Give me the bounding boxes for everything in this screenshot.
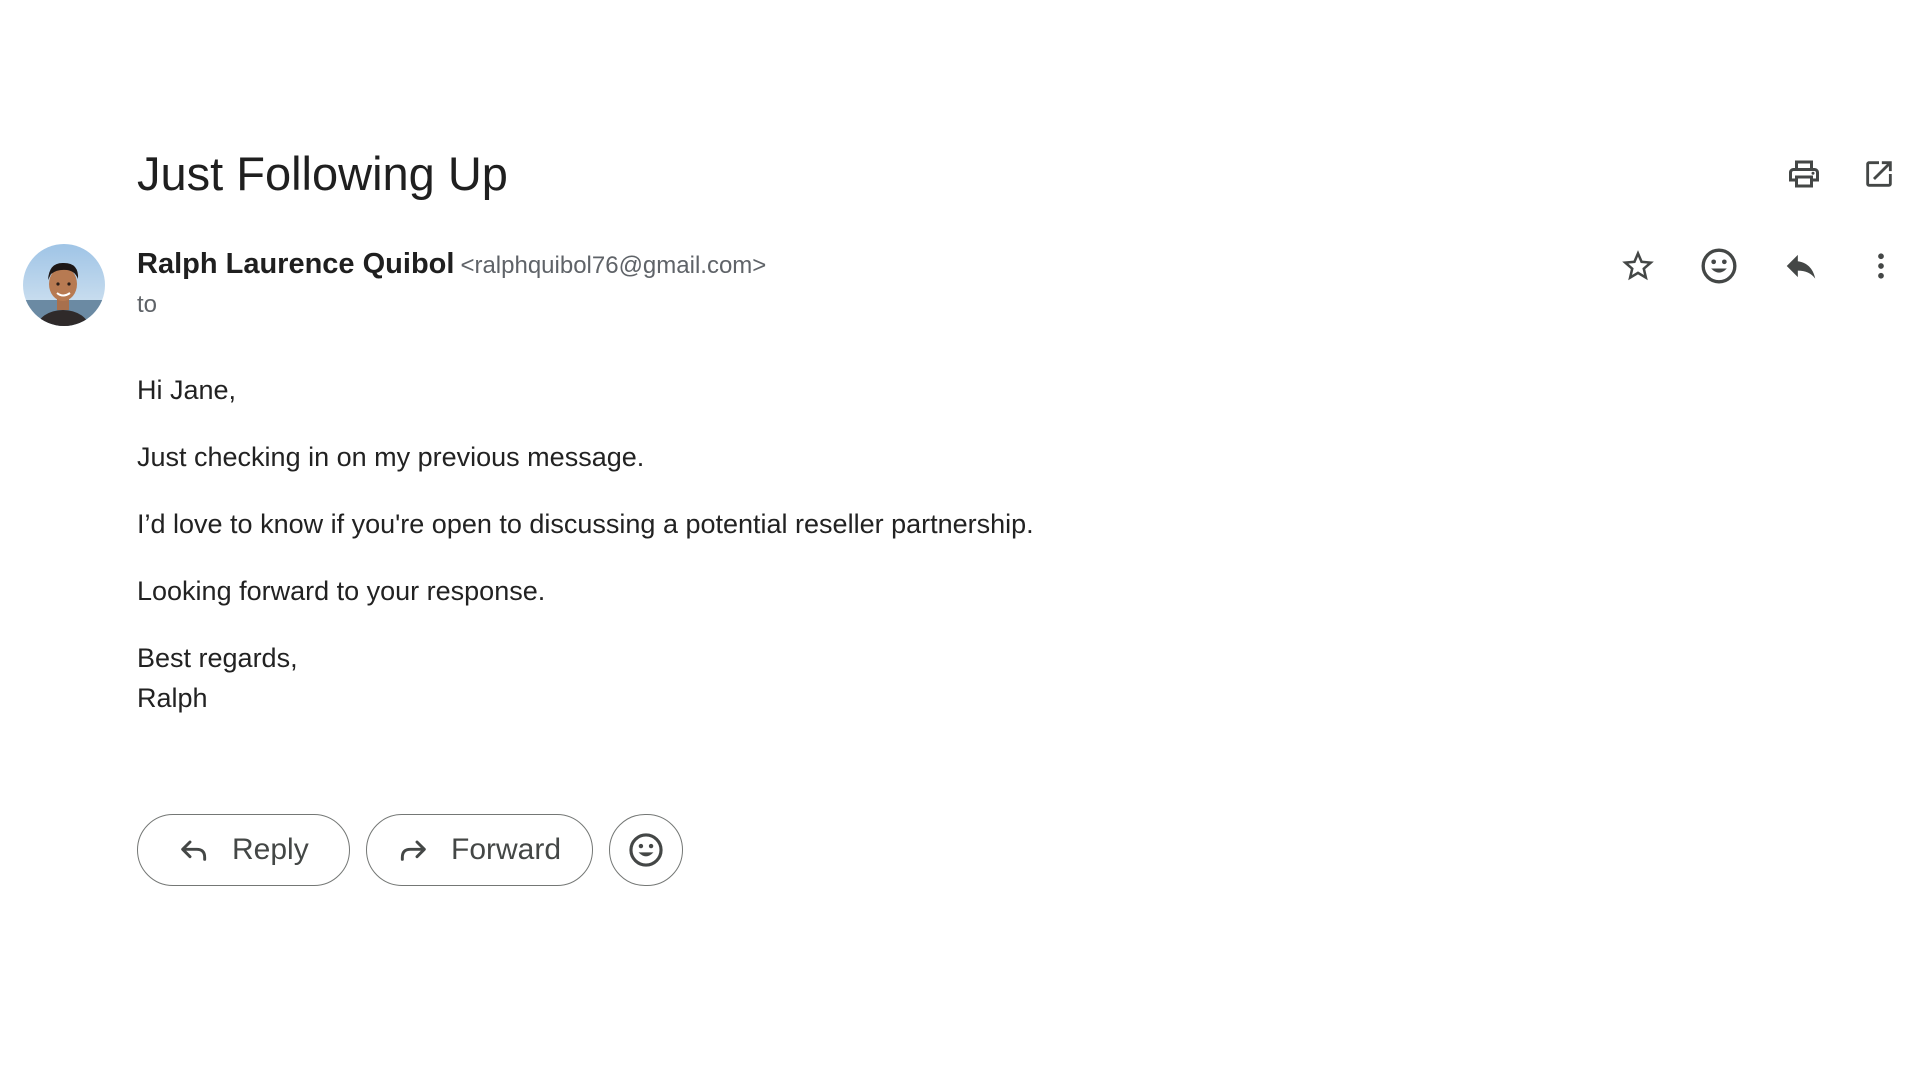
body-line: I’d love to know if you're open to discu… xyxy=(137,509,1034,539)
recipient-label[interactable]: to xyxy=(137,290,157,320)
emoji-react-button[interactable] xyxy=(1693,240,1745,292)
avatar[interactable] xyxy=(23,244,105,326)
body-line: Looking forward to your response. xyxy=(137,576,546,606)
email-subject: Just Following Up xyxy=(137,147,508,200)
emoji-icon xyxy=(1699,246,1739,286)
reply-button-label: Reply xyxy=(232,833,309,866)
forward-icon xyxy=(397,834,429,866)
more-vert-icon xyxy=(1863,248,1899,284)
forward-button-label: Forward xyxy=(451,833,562,866)
reply-icon xyxy=(178,834,210,866)
reply-icon xyxy=(1782,247,1820,285)
emoji-reaction-button[interactable] xyxy=(609,814,683,886)
email-body: Hi Jane, Just checking in on my previous… xyxy=(137,370,1034,718)
sender-email: <ralphquibol76@gmail.com> xyxy=(460,252,767,279)
open-in-new-window-button[interactable] xyxy=(1853,148,1905,200)
reply-button[interactable]: Reply xyxy=(137,814,350,886)
open-in-new-window-icon xyxy=(1862,157,1896,191)
print-button[interactable] xyxy=(1778,148,1830,200)
body-line: Just checking in on my previous message. xyxy=(137,442,645,472)
body-closing: Best regards, xyxy=(137,643,298,673)
reply-icon-button[interactable] xyxy=(1775,240,1827,292)
sender-line: Ralph Laurence Quibol <ralphquibol76@gmai… xyxy=(137,246,766,287)
more-options-button[interactable] xyxy=(1855,240,1907,292)
star-icon xyxy=(1619,247,1657,285)
sender-name[interactable]: Ralph Laurence Quibol xyxy=(137,248,454,280)
forward-button[interactable]: Forward xyxy=(366,814,593,886)
print-icon xyxy=(1786,156,1822,192)
emoji-icon xyxy=(627,831,665,869)
email-view: Just Following Up Ralph Laurence Quibol … xyxy=(0,0,1920,1080)
body-signature: Ralph xyxy=(137,683,208,713)
body-greeting: Hi Jane, xyxy=(137,375,237,405)
star-button[interactable] xyxy=(1612,240,1664,292)
